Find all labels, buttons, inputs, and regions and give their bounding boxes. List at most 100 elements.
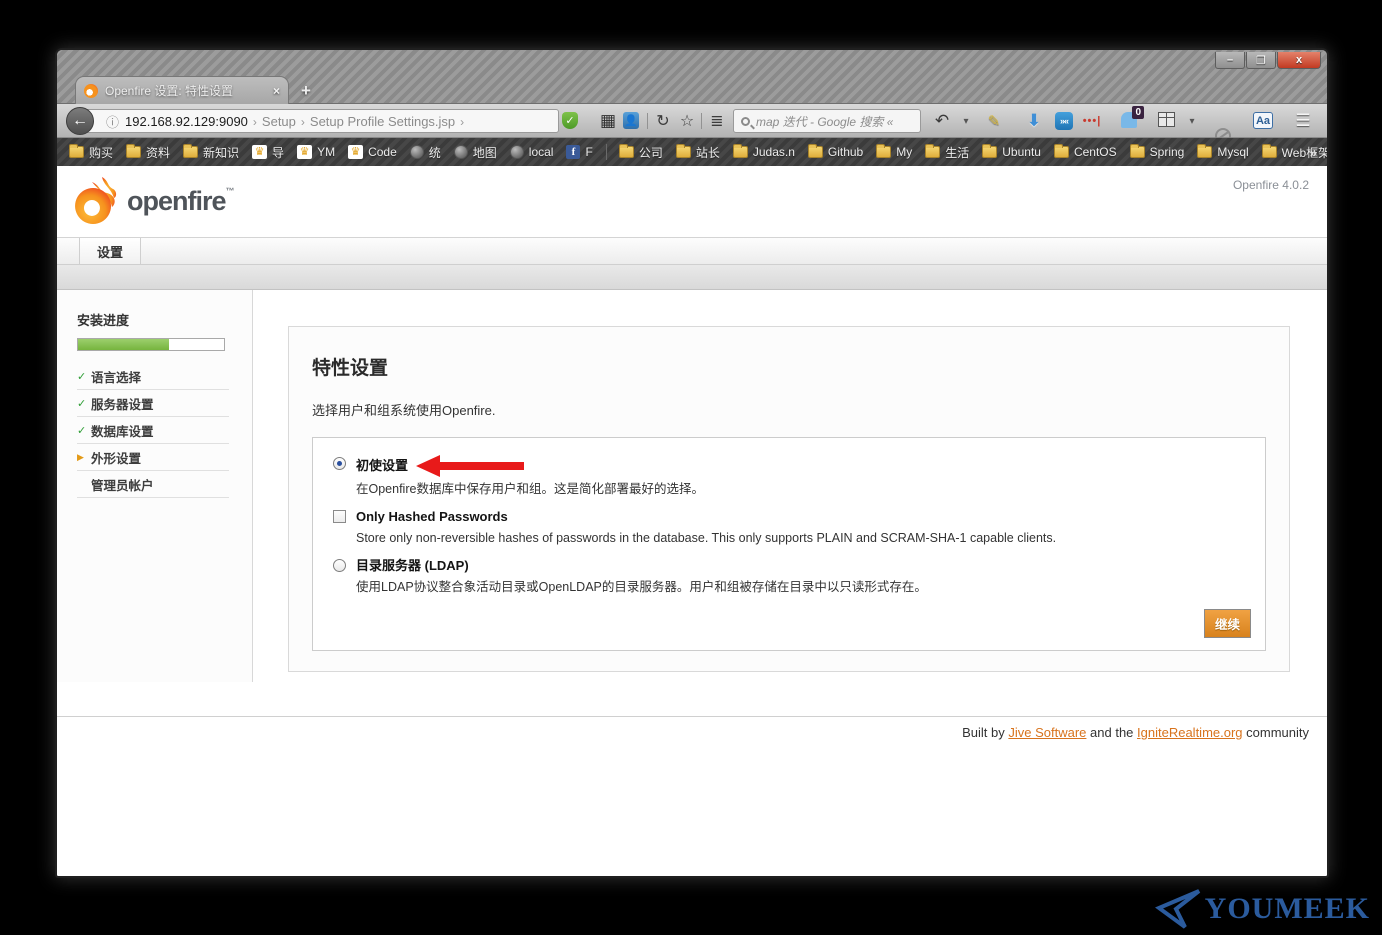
url-crumb[interactable]: Setup Profile Settings.jsp	[310, 114, 455, 129]
undo-icon[interactable]: ↶	[933, 112, 951, 130]
bookmarks-toolbar: 购买 资料 新知识 ♛ 导 ♛ YM ♛ Code 统 地图 local f F…	[57, 138, 1327, 166]
bookmark-item[interactable]: Github	[808, 145, 863, 159]
extension-badge: 0	[1132, 106, 1144, 119]
new-tab-button[interactable]: +	[301, 81, 311, 101]
bookmark-label: 统	[429, 144, 441, 161]
swap-arrows-icon[interactable]: »«	[1055, 112, 1073, 130]
sidebar-step-item[interactable]: ✓ 语言选择	[77, 363, 229, 390]
bookmarks-overflow-icon[interactable]: »	[1310, 145, 1317, 160]
highlighter-icon[interactable]: ✎	[985, 112, 1003, 130]
bookmark-item[interactable]: My	[876, 145, 912, 159]
minimize-button[interactable]: –	[1215, 52, 1245, 69]
bookmarks-menu-icon[interactable]: ≣	[708, 112, 726, 130]
sidebar-step-item[interactable]: 管理员帐户	[77, 471, 229, 498]
browser-tab[interactable]: Openfire 设置: 特性设置 ×	[75, 76, 289, 104]
bookmark-item[interactable]: 地图	[454, 144, 497, 161]
profile-settings-panel: 特性设置 选择用户和组系统使用Openfire. 初使设置 在Openfire数…	[288, 326, 1290, 672]
download-icon[interactable]: ⬇	[1025, 112, 1043, 130]
option-label[interactable]: Only Hashed Passwords	[356, 509, 508, 524]
sidebar-step-item[interactable]: ✓ 服务器设置	[77, 390, 229, 417]
tab-close-icon[interactable]: ×	[273, 84, 280, 98]
ghost-extension-icon[interactable]: 0	[1121, 112, 1137, 128]
bookmark-item[interactable]: 公司	[619, 144, 663, 161]
version-label: Openfire 4.0.2	[1233, 178, 1309, 192]
youmeek-arrow-icon	[1155, 889, 1201, 929]
youmeek-watermark: YOUMEEK	[1155, 889, 1370, 929]
bookmark-item[interactable]: ♛ Code	[348, 145, 397, 159]
maximize-button[interactable]: ❐	[1246, 52, 1276, 69]
undo-dropdown-icon[interactable]: ▾	[957, 112, 975, 130]
option-description: 在Openfire数据库中保存用户和组。这是简化部署最好的选择。	[356, 481, 704, 497]
bookmark-label: My	[896, 145, 912, 159]
url-crumb[interactable]: Setup	[262, 114, 296, 129]
bookmark-star-icon[interactable]: ☆	[678, 112, 696, 130]
main-content: 特性设置 选择用户和组系统使用Openfire. 初使设置 在Openfire数…	[253, 290, 1327, 682]
progress-bar	[77, 338, 225, 351]
bookmark-item[interactable]: 新知识	[183, 144, 239, 161]
bookmark-item[interactable]: Web框架	[1262, 144, 1327, 161]
folder-icon	[925, 146, 940, 158]
qr-code-icon[interactable]: ▦	[599, 112, 617, 130]
option-label[interactable]: 目录服务器 (LDAP)	[356, 558, 469, 573]
bookmark-label: 公司	[639, 144, 663, 161]
youmeek-text: YOUMEEK	[1205, 892, 1370, 926]
jive-software-link[interactable]: Jive Software	[1008, 725, 1086, 740]
bookmark-item[interactable]: local	[510, 145, 554, 159]
sidebar-step-item[interactable]: ✓ 数据库设置	[77, 417, 229, 444]
bookmark-item[interactable]: ♛ YM	[297, 145, 335, 159]
bookmark-label: YM	[317, 145, 335, 159]
search-input[interactable]: map 迭代 - Google 搜索 «	[733, 109, 921, 133]
url-host: 192.168.92.129:9090	[125, 114, 248, 129]
security-shield-icon[interactable]: ✓	[562, 112, 578, 129]
site-info-icon[interactable]: ⓘ	[106, 112, 119, 131]
close-button[interactable]: x	[1277, 52, 1321, 69]
bookmark-label: Spring	[1150, 145, 1185, 159]
bookmark-label: Judas.n	[753, 145, 795, 159]
igniterealtime-link[interactable]: IgniteRealtime.org	[1137, 725, 1243, 740]
reload-icon[interactable]: ↻	[654, 112, 672, 130]
bookmark-item[interactable]: 站长	[676, 144, 720, 161]
profile-option-row: 初使设置 在Openfire数据库中保存用户和组。这是简化部署最好的选择。	[325, 455, 1251, 497]
openfire-favicon-icon	[84, 84, 98, 98]
progress-fill	[78, 339, 169, 350]
bookmark-item[interactable]: Ubuntu	[982, 145, 1041, 159]
bookmark-label: Ubuntu	[1002, 145, 1041, 159]
bookmark-item[interactable]: 统	[410, 144, 441, 161]
bookmark-item[interactable]: f F	[566, 145, 592, 159]
navigation-toolbar: ⓘ 192.168.92.129:9090 ›Setup›Setup Profi…	[57, 104, 1327, 138]
step-label: 管理员帐户	[91, 475, 154, 494]
option-label[interactable]: 初使设置	[356, 458, 408, 473]
bookmark-item[interactable]: CentOS	[1054, 145, 1117, 159]
sidebar-step-item[interactable]: ▶ 外形设置	[77, 444, 229, 471]
grid-dropdown-icon[interactable]: ▾	[1183, 112, 1201, 130]
bookmark-item[interactable]: Judas.n	[733, 145, 795, 159]
bookmark-item[interactable]: ♛ 导	[252, 144, 284, 161]
titlebar[interactable]: – ❐ x Openfire 设置: 特性设置 × +	[57, 50, 1327, 104]
continue-button[interactable]: 继续	[1204, 609, 1251, 638]
profile-option-row: 目录服务器 (LDAP) 使用LDAP协议整合象活动目录或OpenLDAP的目录…	[325, 557, 1251, 595]
identity-icon[interactable]: 👤	[623, 112, 639, 129]
openfire-flame-icon	[71, 176, 119, 226]
folder-icon	[69, 146, 84, 158]
crown-icon: ♛	[297, 145, 312, 159]
hamburger-menu-icon[interactable]: ☰	[1294, 112, 1312, 130]
back-button[interactable]: ←	[66, 107, 94, 135]
layout-grid-icon[interactable]	[1158, 112, 1175, 127]
option-control[interactable]	[333, 559, 346, 572]
folder-icon	[183, 146, 198, 158]
bookmark-item[interactable]: Mysql	[1197, 145, 1248, 159]
bookmark-item[interactable]: 购买	[69, 144, 113, 161]
url-bar[interactable]: ⓘ 192.168.92.129:9090 ›Setup›Setup Profi…	[81, 109, 559, 133]
option-control[interactable]	[333, 457, 346, 470]
globe-icon	[510, 145, 524, 159]
option-control[interactable]	[333, 510, 346, 523]
font-aa-icon[interactable]: Aa	[1253, 112, 1273, 129]
bookmark-item[interactable]: 资料	[126, 144, 170, 161]
bookmark-item[interactable]: 生活	[925, 144, 969, 161]
tab-settings[interactable]: 设置	[79, 238, 141, 264]
ellipsis-icon[interactable]: •••|	[1083, 112, 1101, 130]
bookmark-item[interactable]: Spring	[1130, 145, 1185, 159]
page-footer: Built by Jive Software and the IgniteRea…	[57, 716, 1327, 740]
browser-window: – ❐ x Openfire 设置: 特性设置 × + ⓘ 192.168.92…	[55, 48, 1329, 878]
search-placeholder: map 迭代 - Google 搜索 «	[756, 113, 893, 130]
